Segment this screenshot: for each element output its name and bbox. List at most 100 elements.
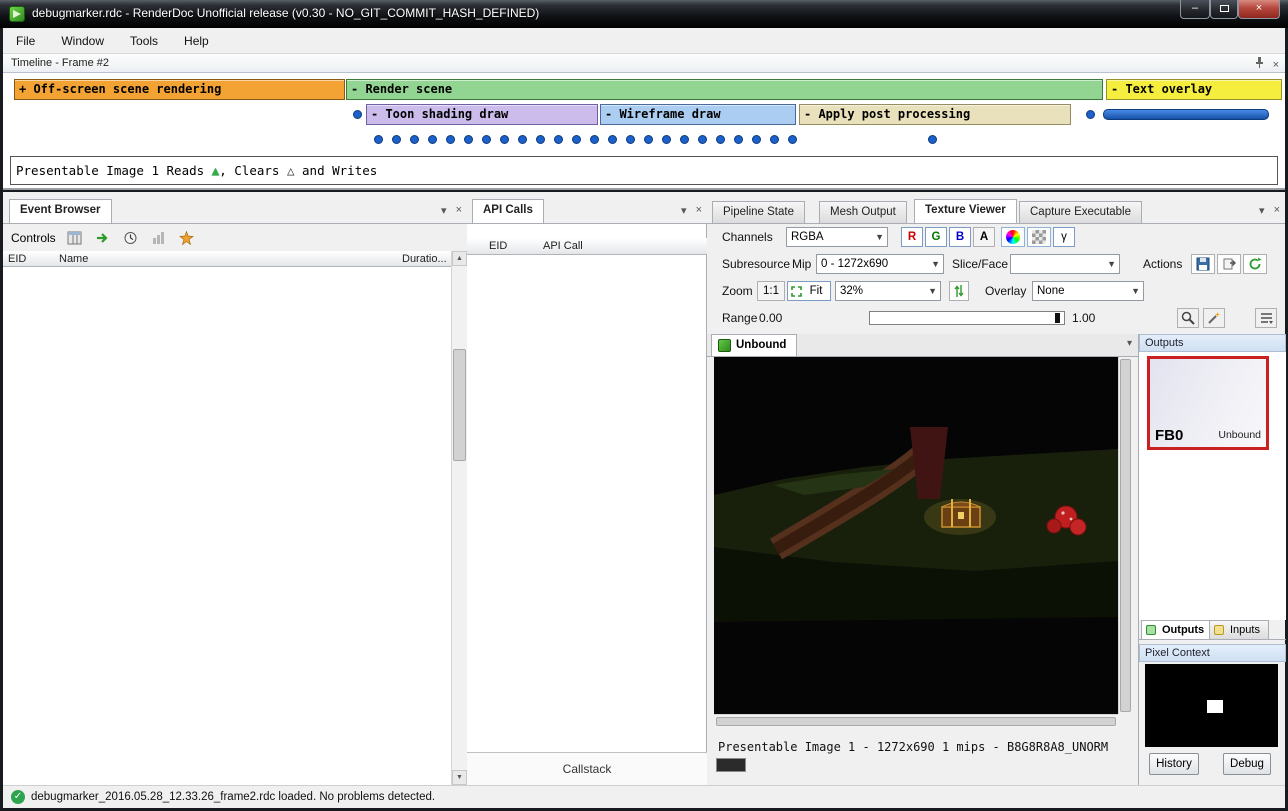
panel-close-icon[interactable]: ×	[456, 204, 462, 217]
panel-close-icon[interactable]: ×	[696, 204, 702, 217]
overlay-select[interactable]: None▼	[1032, 281, 1144, 301]
event-dot[interactable]	[626, 135, 635, 144]
event-dot[interactable]	[662, 135, 671, 144]
range-slider-handle[interactable]	[1055, 313, 1060, 323]
zoom-select[interactable]: 32%▼	[835, 281, 941, 301]
fb0-thumbnail[interactable]: FB0 Unbound	[1147, 356, 1269, 450]
menu-file[interactable]: File	[3, 30, 48, 52]
event-dot[interactable]	[428, 135, 437, 144]
tab-mesh-output[interactable]: Mesh Output	[819, 201, 907, 223]
range-options-button[interactable]	[1255, 308, 1277, 328]
texture-viewport[interactable]	[714, 357, 1118, 714]
scrollbar-thumb[interactable]	[716, 717, 1116, 726]
event-dot[interactable]	[554, 135, 563, 144]
alpha-background-button[interactable]	[1027, 227, 1051, 247]
panel-menu-icon[interactable]: ▾	[441, 204, 447, 217]
event-dot[interactable]	[734, 135, 743, 144]
save-button[interactable]	[1191, 254, 1215, 274]
timeline-close-icon[interactable]: ×	[1273, 56, 1279, 74]
event-dot[interactable]	[770, 135, 779, 144]
channel-a-button[interactable]: A	[973, 227, 995, 247]
event-dot[interactable]	[590, 135, 599, 144]
zoom-range-button[interactable]	[1177, 308, 1199, 328]
event-dot[interactable]	[464, 135, 473, 144]
event-dot[interactable]	[572, 135, 581, 144]
close-button[interactable]: ×	[1238, 0, 1280, 19]
event-dot[interactable]	[752, 135, 761, 144]
event-dot[interactable]	[788, 135, 797, 144]
tab-outputs[interactable]: Outputs	[1141, 620, 1213, 639]
scroll-up-icon[interactable]: ▲	[452, 251, 467, 266]
event-dot[interactable]	[392, 135, 401, 144]
zoom-1to1-button[interactable]: 1:1	[757, 281, 785, 301]
event-dot[interactable]	[644, 135, 653, 144]
tab-capture-executable[interactable]: Capture Executable	[1019, 201, 1142, 223]
menu-window[interactable]: Window	[48, 30, 117, 52]
event-dot[interactable]	[374, 135, 383, 144]
autofit-range-button[interactable]	[1203, 308, 1225, 328]
event-dot[interactable]	[410, 135, 419, 144]
tab-texture-viewer[interactable]: Texture Viewer	[914, 199, 1017, 223]
menu-help[interactable]: Help	[171, 30, 222, 52]
statistics-icon[interactable]	[150, 229, 168, 247]
range-slider[interactable]	[869, 311, 1065, 325]
scrollbar-thumb[interactable]	[453, 349, 466, 461]
event-dot[interactable]	[716, 135, 725, 144]
channel-g-button[interactable]: G	[925, 227, 947, 247]
channel-r-button[interactable]: R	[901, 227, 923, 247]
timeline-bar-render-scene[interactable]: - Render scene	[346, 79, 1103, 100]
timeline-bar-text-overlay[interactable]: - Text overlay	[1106, 79, 1282, 100]
pixel-context-view[interactable]	[1145, 664, 1278, 747]
goto-eid-icon[interactable]	[94, 229, 112, 247]
event-dot[interactable]	[928, 135, 937, 144]
tab-api-calls[interactable]: API Calls	[472, 199, 544, 223]
zoom-fit-button[interactable]: Fit	[787, 281, 831, 301]
event-dot[interactable]	[353, 110, 362, 119]
mip-select[interactable]: 0 - 1272x690▼	[816, 254, 944, 274]
bookmark-icon[interactable]	[178, 229, 196, 247]
event-dot[interactable]	[482, 135, 491, 144]
background-color-button[interactable]	[1001, 227, 1025, 247]
event-dot[interactable]	[500, 135, 509, 144]
debug-button[interactable]: Debug	[1223, 753, 1271, 775]
channel-b-button[interactable]: B	[949, 227, 971, 247]
menu-tools[interactable]: Tools	[117, 30, 171, 52]
event-dot[interactable]	[536, 135, 545, 144]
event-dot[interactable]	[680, 135, 689, 144]
panel-menu-icon[interactable]: ▾	[1259, 204, 1265, 217]
texture-tab-unbound[interactable]: Unbound	[711, 334, 797, 356]
gamma-button[interactable]: γ	[1053, 227, 1075, 247]
refresh-button[interactable]	[1243, 254, 1267, 274]
tab-pipeline-state[interactable]: Pipeline State	[712, 201, 805, 223]
scroll-down-icon[interactable]: ▼	[452, 770, 467, 785]
export-button[interactable]	[1217, 254, 1241, 274]
event-dot[interactable]	[446, 135, 455, 144]
event-dot[interactable]	[518, 135, 527, 144]
event-dot[interactable]	[608, 135, 617, 144]
channels-select[interactable]: RGBA▼	[786, 227, 888, 247]
minimize-button[interactable]: –	[1180, 0, 1210, 19]
event-dot[interactable]	[698, 135, 707, 144]
event-browser-scrollbar[interactable]: ▲ ▼	[451, 251, 467, 785]
timeline-bar-overlay-draw[interactable]	[1103, 109, 1269, 120]
panel-menu-icon[interactable]: ▾	[681, 204, 687, 217]
time-durations-icon[interactable]	[122, 229, 140, 247]
scrollbar-thumb[interactable]	[1120, 359, 1131, 712]
viewport-hscrollbar[interactable]	[714, 714, 1118, 728]
pin-icon[interactable]	[1254, 56, 1265, 68]
viewport-vscrollbar[interactable]	[1118, 357, 1132, 714]
tab-inputs[interactable]: Inputs	[1209, 620, 1269, 639]
event-dot[interactable]	[1086, 110, 1095, 119]
checkerboard-icon	[1032, 230, 1046, 244]
slice-face-select[interactable]: ▼	[1010, 254, 1120, 274]
controls-label: Controls	[11, 231, 56, 245]
columns-icon[interactable]	[66, 229, 84, 247]
maximize-button[interactable]	[1210, 0, 1238, 19]
callstack-section[interactable]: Callstack	[467, 752, 707, 785]
flip-y-button[interactable]	[949, 281, 969, 301]
history-button[interactable]: History	[1149, 753, 1199, 775]
timeline-bar-offscreen[interactable]: + Off-screen scene rendering	[14, 79, 345, 100]
tab-event-browser[interactable]: Event Browser	[9, 199, 112, 223]
panel-close-icon[interactable]: ×	[1274, 204, 1280, 217]
tab-list-chevron-icon[interactable]: ▾	[1127, 338, 1132, 349]
